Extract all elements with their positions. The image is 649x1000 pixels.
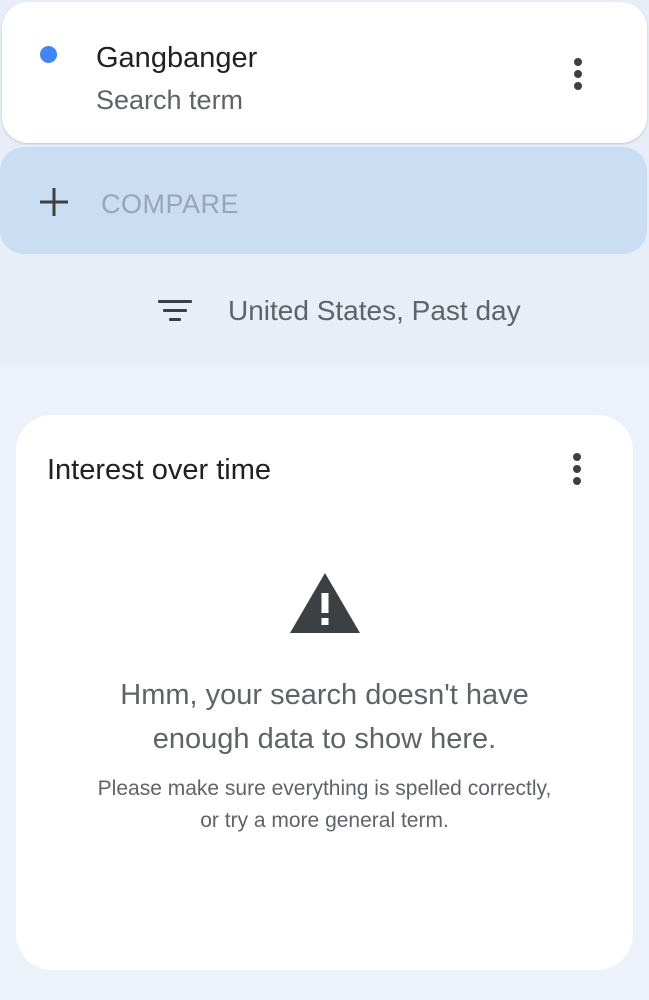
- more-vert-icon[interactable]: [565, 447, 589, 491]
- compare-label: COMPARE: [101, 189, 240, 219]
- hint-line: Please make sure everything is spelled c…: [97, 777, 552, 800]
- warning-triangle-icon: [290, 573, 360, 633]
- message-line: Hmm, your search doesn't have: [120, 679, 529, 711]
- more-vert-icon[interactable]: [566, 52, 590, 96]
- search-term-type: Search term: [96, 85, 244, 115]
- card-title: Interest over time: [47, 454, 272, 486]
- search-term-name: Gangbanger: [96, 42, 258, 74]
- empty-state-message: Hmm, your search doesn't have enough dat…: [16, 673, 633, 761]
- filter-list-icon: [158, 300, 192, 321]
- series-color-dot: [40, 46, 57, 63]
- search-term-card[interactable]: Gangbanger Search term: [2, 2, 647, 143]
- region-time-filter[interactable]: United States, Past day: [150, 286, 521, 336]
- plus-icon: [40, 188, 68, 216]
- empty-state-hint: Please make sure everything is spelled c…: [16, 773, 633, 837]
- interest-over-time-card: Interest over time Hmm, your search does…: [16, 415, 633, 970]
- compare-button[interactable]: [0, 147, 647, 254]
- hint-line: or try a more general term.: [200, 809, 449, 832]
- filter-label: United States, Past day: [228, 295, 521, 326]
- message-line: enough data to show here.: [152, 723, 497, 755]
